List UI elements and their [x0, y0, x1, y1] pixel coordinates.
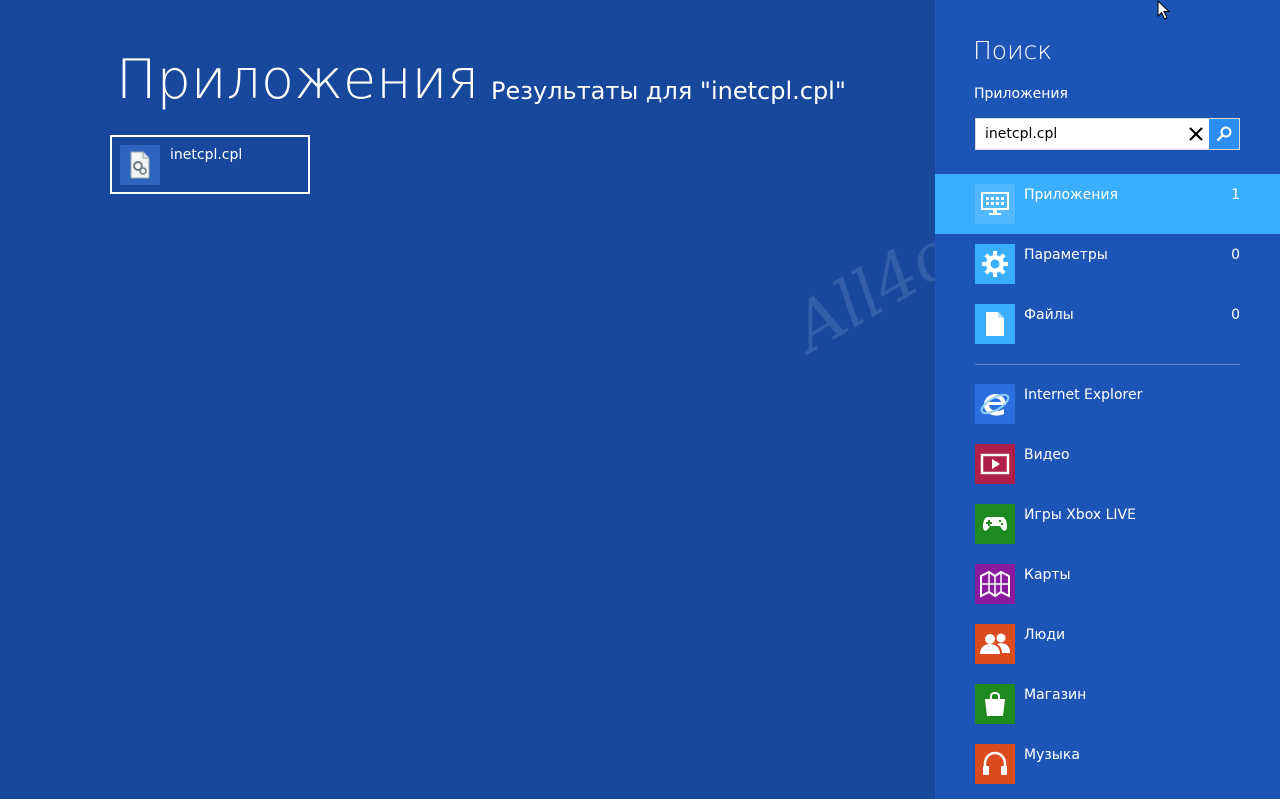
- people-icon: [975, 624, 1015, 664]
- apps-icon: [975, 184, 1015, 224]
- search-scope-label: Приложения: [974, 86, 1068, 102]
- search-icon[interactable]: [1209, 119, 1239, 149]
- app-people[interactable]: Люди: [935, 614, 1280, 674]
- internet-explorer-icon: [975, 384, 1015, 424]
- search-box: [975, 118, 1240, 150]
- app-label: Видео: [1024, 447, 1070, 463]
- video-icon: [975, 444, 1015, 484]
- close-icon[interactable]: [1182, 119, 1210, 149]
- category-apps[interactable]: Приложения 1: [935, 174, 1280, 234]
- app-label: Карты: [1024, 567, 1071, 583]
- results-label: Результаты для "inetcpl.cpl": [491, 77, 846, 105]
- main-area: Приложения Результаты для "inetcpl.cpl" …: [0, 0, 1094, 799]
- result-name: inetcpl.cpl: [170, 147, 243, 163]
- control-panel-file-icon: [120, 145, 160, 185]
- app-label: Internet Explorer: [1024, 387, 1143, 403]
- app-music[interactable]: Музыка: [935, 734, 1280, 794]
- app-video[interactable]: Видео: [935, 434, 1280, 494]
- xbox-icon: [975, 504, 1015, 544]
- category-files[interactable]: Файлы 0: [935, 294, 1280, 354]
- music-icon: [975, 744, 1015, 784]
- app-internet-explorer[interactable]: Internet Explorer: [935, 374, 1280, 434]
- result-tile-inetcpl[interactable]: inetcpl.cpl: [110, 135, 310, 194]
- maps-icon: [975, 564, 1015, 604]
- store-icon: [975, 684, 1015, 724]
- search-input[interactable]: [976, 119, 1180, 149]
- category-label: Параметры: [1024, 247, 1108, 263]
- category-count: 0: [1231, 247, 1240, 263]
- app-maps[interactable]: Карты: [935, 554, 1280, 614]
- search-pane-title: Поиск: [973, 36, 1053, 65]
- app-label: Магазин: [1024, 687, 1087, 703]
- category-count: 0: [1231, 307, 1240, 323]
- app-store[interactable]: Магазин: [935, 674, 1280, 734]
- category-label: Файлы: [1024, 307, 1074, 323]
- mouse-cursor-icon: [1157, 0, 1171, 20]
- category-settings[interactable]: Параметры 0: [935, 234, 1280, 294]
- app-label: Музыка: [1024, 747, 1080, 763]
- page-title: Приложения: [116, 48, 480, 111]
- file-icon: [975, 304, 1015, 344]
- search-pane: Поиск Приложения inetcpl.cpl Приложения …: [935, 0, 1280, 799]
- category-count: 1: [1231, 187, 1240, 203]
- app-label: Люди: [1024, 627, 1066, 643]
- divider: [975, 364, 1240, 365]
- app-xbox-games[interactable]: Игры Xbox LIVE: [935, 494, 1280, 554]
- app-label: Игры Xbox LIVE: [1024, 507, 1136, 523]
- gear-icon: [975, 244, 1015, 284]
- category-label: Приложения: [1024, 187, 1118, 203]
